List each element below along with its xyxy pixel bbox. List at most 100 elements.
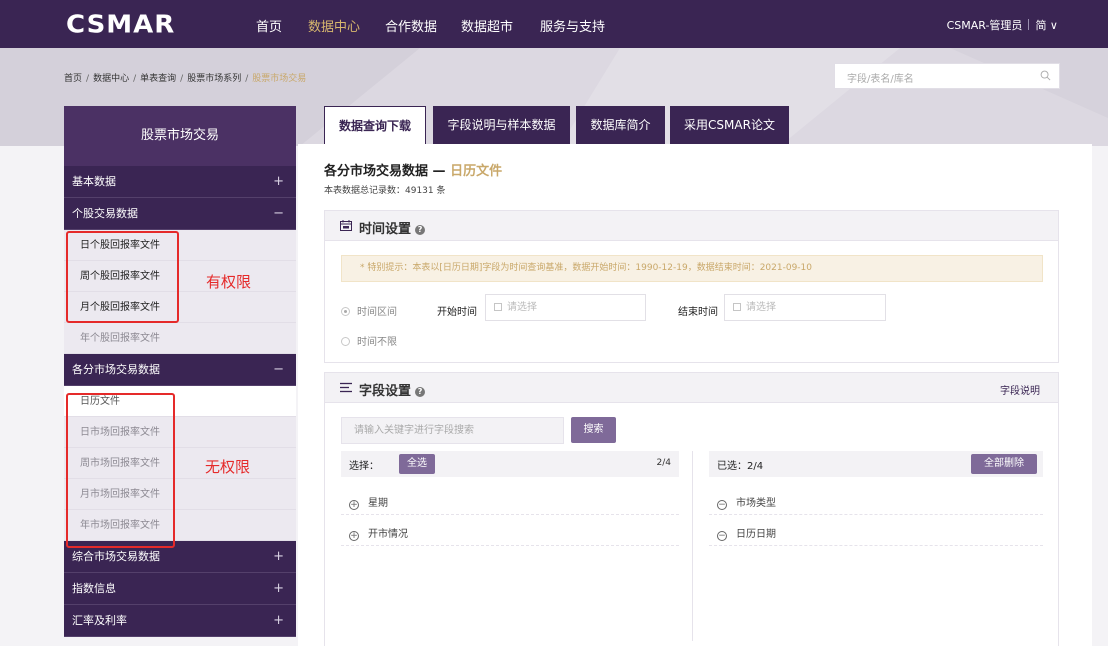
- sidebar-item-weekly-stock-return[interactable]: 周个股回报率文件: [64, 261, 296, 292]
- nav-data-center[interactable]: 数据中心: [308, 16, 360, 35]
- has-permission-annotation: 有权限: [206, 273, 252, 291]
- field-description-link[interactable]: 字段说明: [1000, 382, 1040, 397]
- divider: [709, 545, 1043, 546]
- field-panel-title: 字段设置?: [359, 380, 426, 399]
- selected-field-item[interactable]: − 日历日期: [717, 525, 776, 541]
- available-field-item[interactable]: + 星期: [349, 494, 388, 510]
- field-search-button[interactable]: 搜索: [571, 417, 616, 443]
- selected-field-item[interactable]: − 市场类型: [717, 494, 776, 510]
- collapse-icon[interactable]: −: [273, 354, 284, 386]
- search-placeholder: 字段/表名/库名: [847, 74, 914, 85]
- nav-service-support[interactable]: 服务与支持: [540, 16, 605, 35]
- available-count: 2/4: [656, 458, 671, 468]
- category-label: 各分市场交易数据: [72, 363, 160, 376]
- search-input[interactable]: 字段/表名/库名: [834, 63, 1060, 89]
- field-search-input[interactable]: 请输入关键字进行字段搜索: [341, 417, 564, 444]
- expand-icon[interactable]: +: [273, 573, 284, 605]
- csmar-logo[interactable]: CSMAR: [66, 11, 175, 40]
- nav-data-market[interactable]: 数据超市: [461, 16, 513, 35]
- expand-icon[interactable]: +: [273, 166, 284, 198]
- selected-fields-header: 已选：2/4 全部删除: [709, 451, 1043, 477]
- time-notice: * 特别提示：本表以[日历日期]字段为时间查询基准，数据开始时间：1990-12…: [341, 255, 1043, 282]
- language-switch[interactable]: 简 ∨: [1035, 19, 1058, 32]
- radio-icon[interactable]: [341, 337, 350, 346]
- search-icon[interactable]: [1040, 70, 1051, 81]
- title-prefix: 各分市场交易数据 —: [324, 164, 451, 179]
- sidebar-item-yearly-stock-return[interactable]: 年个股回报率文件: [64, 323, 296, 354]
- tab-field-description[interactable]: 字段说明与样本数据: [433, 106, 570, 144]
- tab-data-query-download[interactable]: 数据查询下载: [324, 106, 426, 144]
- delete-all-button[interactable]: 全部删除: [971, 454, 1037, 474]
- divider: [709, 514, 1043, 515]
- add-icon[interactable]: +: [349, 500, 359, 510]
- selected-count: 已选：2/4: [717, 461, 764, 472]
- breadcrumb-single-table[interactable]: 单表查询: [140, 74, 176, 84]
- breadcrumb-current: 股票市场交易: [252, 74, 307, 84]
- sidebar-title: 股票市场交易: [64, 106, 296, 166]
- add-icon[interactable]: +: [349, 531, 359, 541]
- column-divider: [692, 451, 693, 641]
- category-label: 综合市场交易数据: [72, 550, 160, 563]
- select-all-button[interactable]: 全选: [399, 454, 435, 474]
- sidebar-item-daily-market-return[interactable]: 日市场回报率文件: [64, 417, 296, 448]
- time-panel-title: 时间设置?: [359, 218, 426, 237]
- start-date-input[interactable]: 请选择: [485, 294, 646, 321]
- end-date-input[interactable]: 请选择: [724, 294, 886, 321]
- category-label: 指数信息: [72, 582, 116, 595]
- user-name[interactable]: CSMAR-管理员: [947, 19, 1023, 32]
- user-menu[interactable]: CSMAR-管理员简 ∨: [947, 17, 1058, 33]
- calendar-icon: [340, 220, 352, 231]
- breadcrumb-home[interactable]: 首页: [64, 74, 82, 84]
- sidebar-category-index-info[interactable]: 指数信息 +: [64, 573, 296, 605]
- nav-home[interactable]: 首页: [256, 16, 282, 35]
- start-time-label: 开始时间: [437, 307, 477, 318]
- sidebar-category-market-trading[interactable]: 各分市场交易数据 −: [64, 354, 296, 386]
- sidebar-category-fx-rates[interactable]: 汇率及利率 +: [64, 605, 296, 637]
- sidebar-item-monthly-stock-return[interactable]: 月个股回报率文件: [64, 292, 296, 323]
- end-time-label: 结束时间: [678, 307, 718, 318]
- remove-icon[interactable]: −: [717, 500, 727, 510]
- available-field-item[interactable]: + 开市情况: [349, 525, 408, 541]
- breadcrumb-data-center[interactable]: 数据中心: [93, 74, 129, 84]
- nav-cooperation-data[interactable]: 合作数据: [385, 16, 437, 35]
- expand-icon[interactable]: +: [273, 541, 284, 573]
- breadcrumb: 首页 / 数据中心 / 单表查询 / 股票市场系列 / 股票市场交易: [64, 74, 307, 84]
- select-label: 选择：: [349, 461, 379, 472]
- radio-time-unlimited[interactable]: 时间不限: [341, 333, 397, 348]
- divider: [341, 545, 679, 546]
- sidebar-category-stock-trading[interactable]: 个股交易数据 −: [64, 198, 296, 230]
- field-settings-panel: 字段设置? 字段说明 请输入关键字进行字段搜索 搜索 选择： 全选 2/4 已选…: [324, 372, 1059, 646]
- sidebar-category-basic[interactable]: 基本数据 +: [64, 166, 296, 198]
- time-settings-panel: 时间设置? * 特别提示：本表以[日历日期]字段为时间查询基准，数据开始时间：1…: [324, 210, 1059, 363]
- available-fields-header: 选择： 全选 2/4: [341, 451, 679, 477]
- divider: [341, 514, 679, 515]
- sidebar-category-composite-market[interactable]: 综合市场交易数据 +: [64, 541, 296, 573]
- no-permission-annotation: 无权限: [205, 458, 251, 476]
- help-icon[interactable]: ?: [415, 387, 426, 397]
- calendar-icon: [494, 303, 502, 311]
- collapse-icon[interactable]: −: [273, 198, 284, 230]
- category-label: 个股交易数据: [72, 207, 138, 220]
- radio-icon[interactable]: [341, 307, 350, 316]
- category-label: 基本数据: [72, 175, 116, 188]
- divider: [1028, 19, 1030, 30]
- title-highlight: 日历文件: [450, 164, 503, 179]
- page-title: 各分市场交易数据 — 日历文件: [324, 160, 502, 179]
- time-panel-header: 时间设置?: [325, 211, 1058, 241]
- calendar-icon: [733, 303, 741, 311]
- sidebar: 股票市场交易 基本数据 + 个股交易数据 − 日个股回报率文件 周个股回报率文件 月…: [64, 106, 296, 646]
- sidebar-item-weekly-market-return[interactable]: 周市场回报率文件: [64, 448, 296, 479]
- sidebar-item-monthly-market-return[interactable]: 月市场回报率文件: [64, 479, 296, 510]
- sidebar-item-daily-stock-return[interactable]: 日个股回报率文件: [64, 230, 296, 261]
- breadcrumb-stock-series[interactable]: 股票市场系列: [187, 74, 241, 84]
- tab-csmar-papers[interactable]: 采用CSMAR论文: [670, 106, 789, 144]
- category-label: 汇率及利率: [72, 614, 127, 627]
- remove-icon[interactable]: −: [717, 531, 727, 541]
- help-icon[interactable]: ?: [415, 225, 426, 235]
- expand-icon[interactable]: +: [273, 605, 284, 637]
- radio-time-range[interactable]: 时间区间: [341, 303, 397, 318]
- sidebar-item-calendar-file[interactable]: 日历文件: [64, 386, 296, 417]
- tab-database-intro[interactable]: 数据库简介: [576, 106, 665, 144]
- top-navbar: CSMAR 首页 数据中心 合作数据 数据超市 服务与支持 CSMAR-管理员简…: [0, 0, 1108, 48]
- sidebar-item-yearly-market-return[interactable]: 年市场回报率文件: [64, 510, 296, 541]
